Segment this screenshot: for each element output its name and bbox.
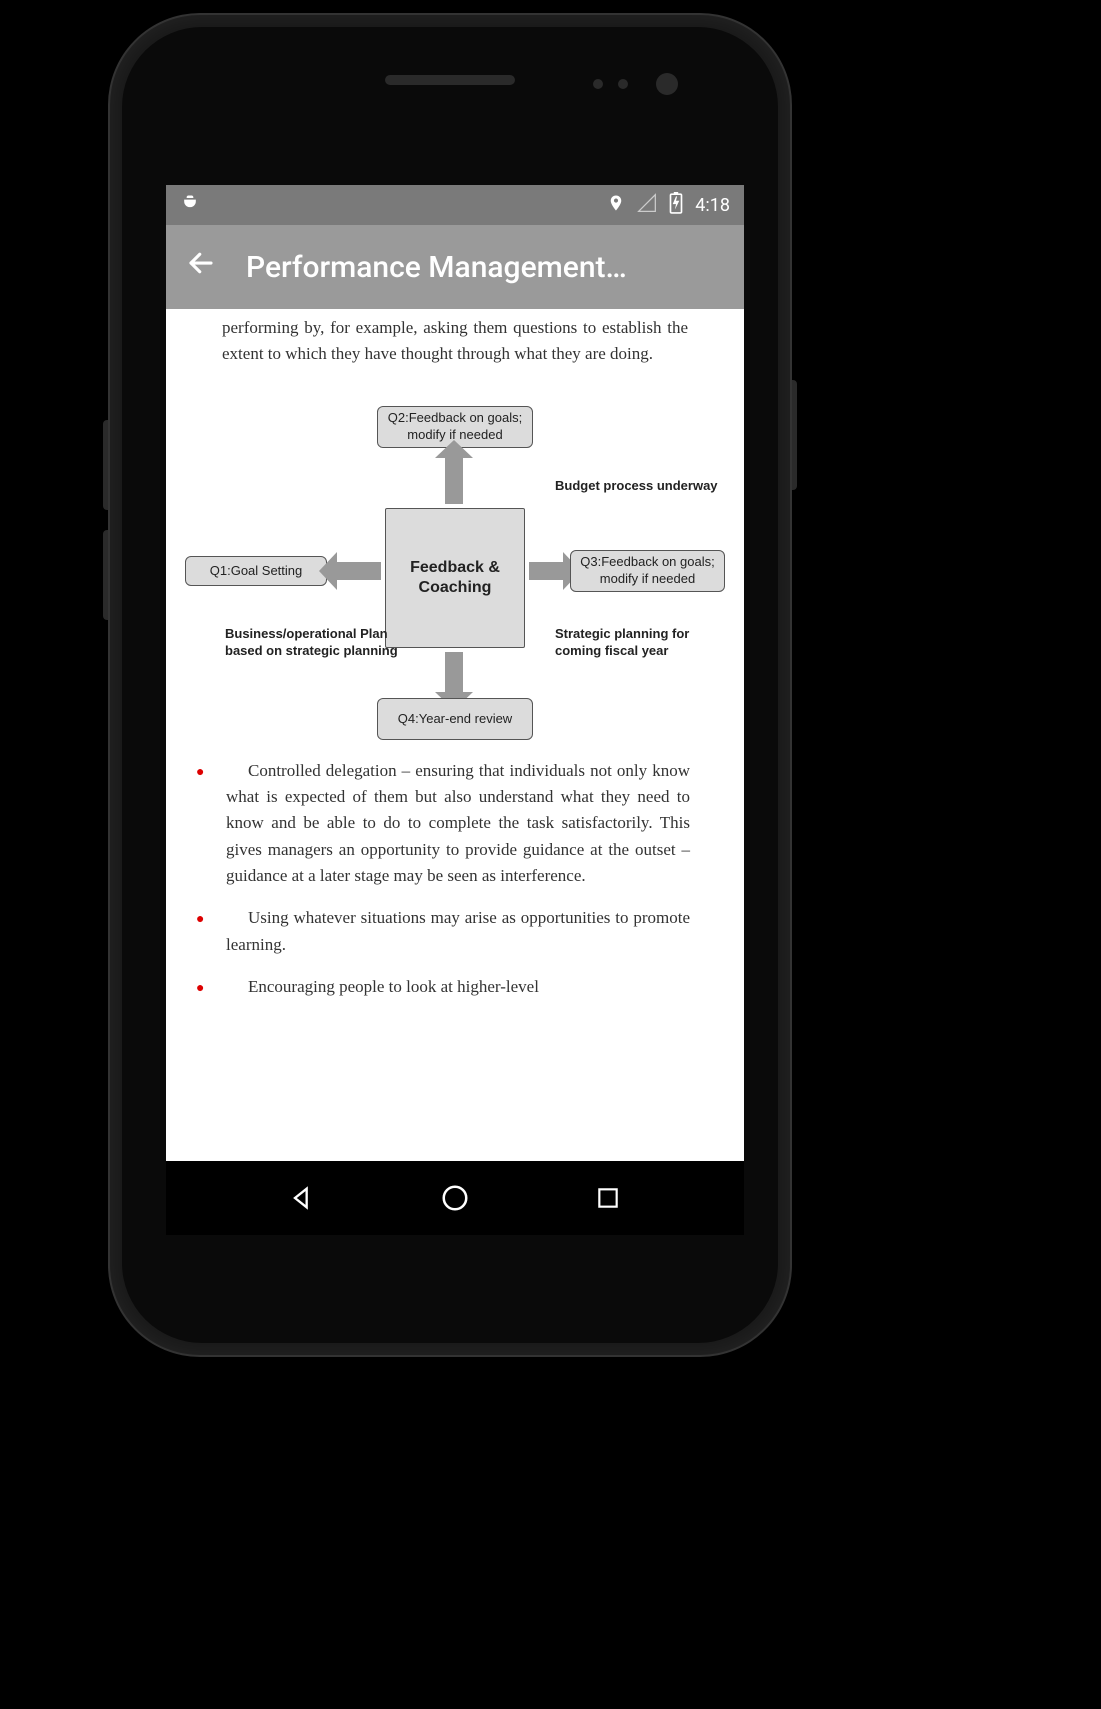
diagram-annotation-strategic: Strategic planning for coming fiscal yea… [555,626,725,660]
bullet-text: Encouraging people to look at higher-lev… [226,974,690,1000]
nav-home-button[interactable] [437,1180,473,1216]
battery-charging-icon [669,192,683,219]
bullet-icon: ● [196,974,226,1000]
diagram-node-q1: Q1:Goal Setting [185,556,327,586]
power-button[interactable] [790,380,797,490]
back-button[interactable] [186,248,216,286]
nav-back-button[interactable] [284,1180,320,1216]
bullet-text: Using whatever situations may arise as o… [226,905,690,958]
bullet-list: ● Controlled delegation – ensuring that … [184,758,726,1001]
phone-camera [656,73,678,95]
arrow-up-icon [445,456,463,504]
arrow-right-icon [529,562,565,580]
phone-frame: 4:18 Performance Management… performing … [110,15,790,1355]
status-time: 4:18 [695,195,730,216]
intro-paragraph: performing by, for example, asking them … [184,309,726,382]
phone-screen: 4:18 Performance Management… performing … [166,185,744,1235]
list-item: ● Controlled delegation – ensuring that … [196,758,690,890]
list-item: ● Using whatever situations may arise as… [196,905,690,958]
signal-icon [637,193,657,218]
status-bar: 4:18 [166,185,744,225]
page-title: Performance Management… [246,250,627,285]
bullet-text: Controlled delegation – ensuring that in… [226,758,690,890]
debug-icon [180,193,200,218]
arrow-down-icon [445,652,463,694]
android-nav-bar [166,1161,744,1235]
volume-down-button[interactable] [103,530,110,620]
arrow-left-icon [335,562,381,580]
phone-speaker [385,75,515,85]
bullet-icon: ● [196,905,226,958]
diagram-annotation-operational: Business/operational Plan based on strat… [225,626,425,660]
diagram-annotation-budget: Budget process underway [555,478,725,495]
app-bar: Performance Management… [166,225,744,309]
diagram-center-label: Feedback & Coaching [392,558,518,598]
diagram-node-q4: Q4:Year-end review [377,698,533,740]
diagram-node-q3: Q3:Feedback on goals; modify if needed [570,550,725,592]
location-icon [607,193,625,218]
phone-sensor [593,79,603,89]
bullet-icon: ● [196,758,226,890]
phone-sensor [618,79,628,89]
article-content[interactable]: performing by, for example, asking them … [166,309,744,1000]
volume-up-button[interactable] [103,420,110,510]
phone-bezel: 4:18 Performance Management… performing … [122,27,778,1343]
feedback-cycle-diagram: Q2:Feedback on goals; modify if needed Q… [185,388,725,748]
nav-recents-button[interactable] [590,1180,626,1216]
list-item: ● Encouraging people to look at higher-l… [196,974,690,1000]
